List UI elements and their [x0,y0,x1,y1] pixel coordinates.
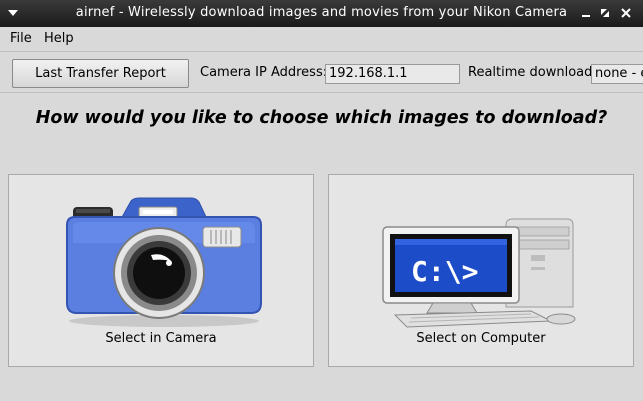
select-in-camera-label: Select in Camera [105,331,217,346]
title-bar: airnef - Wirelessly download images and … [0,0,643,27]
select-on-computer-button[interactable]: C:\> Select on Computer [328,174,634,367]
minimize-icon[interactable] [577,4,595,22]
menu-file[interactable]: File [10,31,32,46]
last-transfer-report-button[interactable]: Last Transfer Report [12,59,189,88]
select-in-camera-button[interactable]: Select in Camera [8,174,314,367]
prompt-text: C:\> [411,255,478,288]
camera-ip-field[interactable]: 192.168.1.1 [325,64,460,84]
bottom-strip [0,371,643,401]
window-title: airnef - Wirelessly download images and … [75,5,568,20]
menu-help[interactable]: Help [44,31,74,46]
camera-icon [66,197,262,327]
page-title: How would you like to choose which image… [35,108,608,128]
realtime-download-select[interactable]: none - e [591,64,643,84]
toolbar: Last Transfer Report Camera IP Address: … [0,52,643,93]
camera-ip-label: Camera IP Address: [200,65,328,80]
close-icon[interactable] [617,4,635,22]
realtime-download-label: Realtime download: [468,65,597,80]
maximize-icon[interactable] [596,4,614,22]
computer-icon: C:\> [382,218,576,328]
menu-bar: File Help [0,27,643,52]
select-on-computer-label: Select on Computer [416,331,546,346]
